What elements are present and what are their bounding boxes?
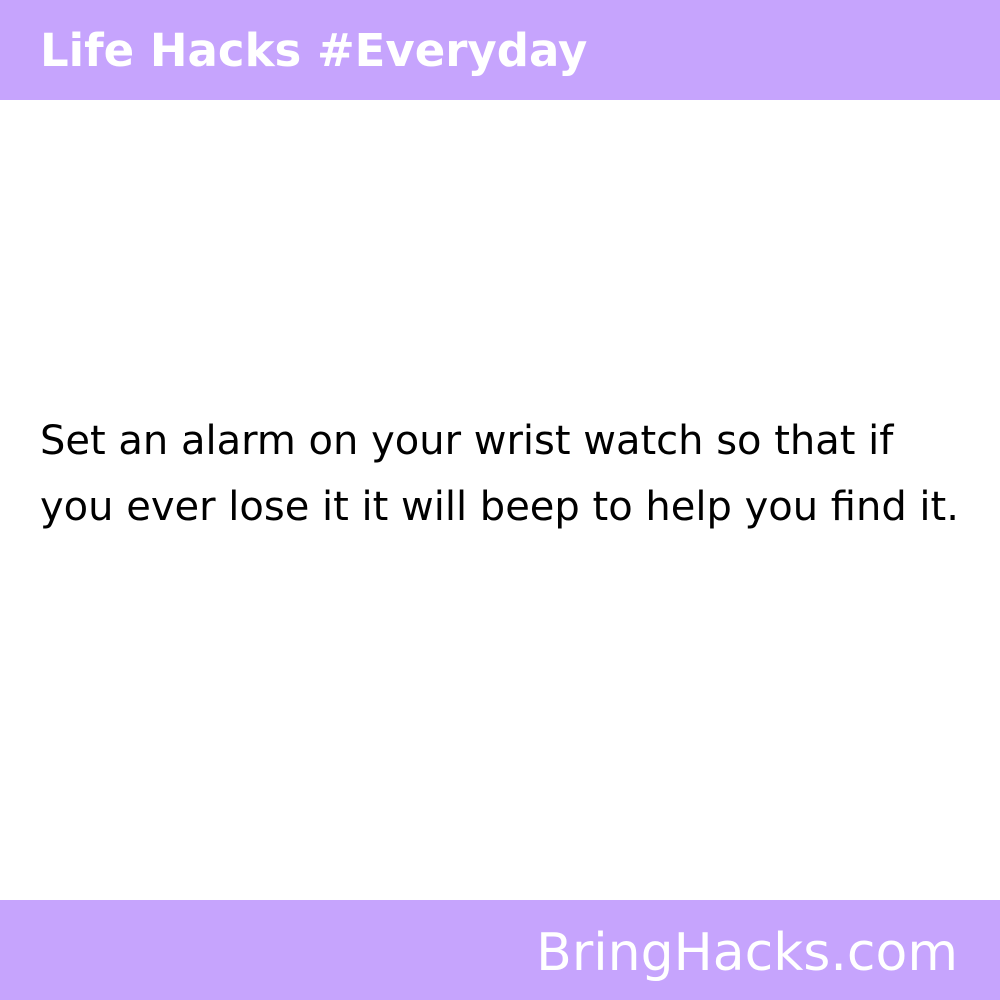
header-banner: Life Hacks #Everyday <box>0 0 1000 100</box>
tip-text: Set an alarm on your wrist watch so that… <box>40 418 959 530</box>
header-title: Life Hacks #Everyday <box>40 24 588 77</box>
footer-site-name: BringHacks.com <box>536 923 958 983</box>
footer-banner: BringHacks.com <box>0 900 1000 1000</box>
